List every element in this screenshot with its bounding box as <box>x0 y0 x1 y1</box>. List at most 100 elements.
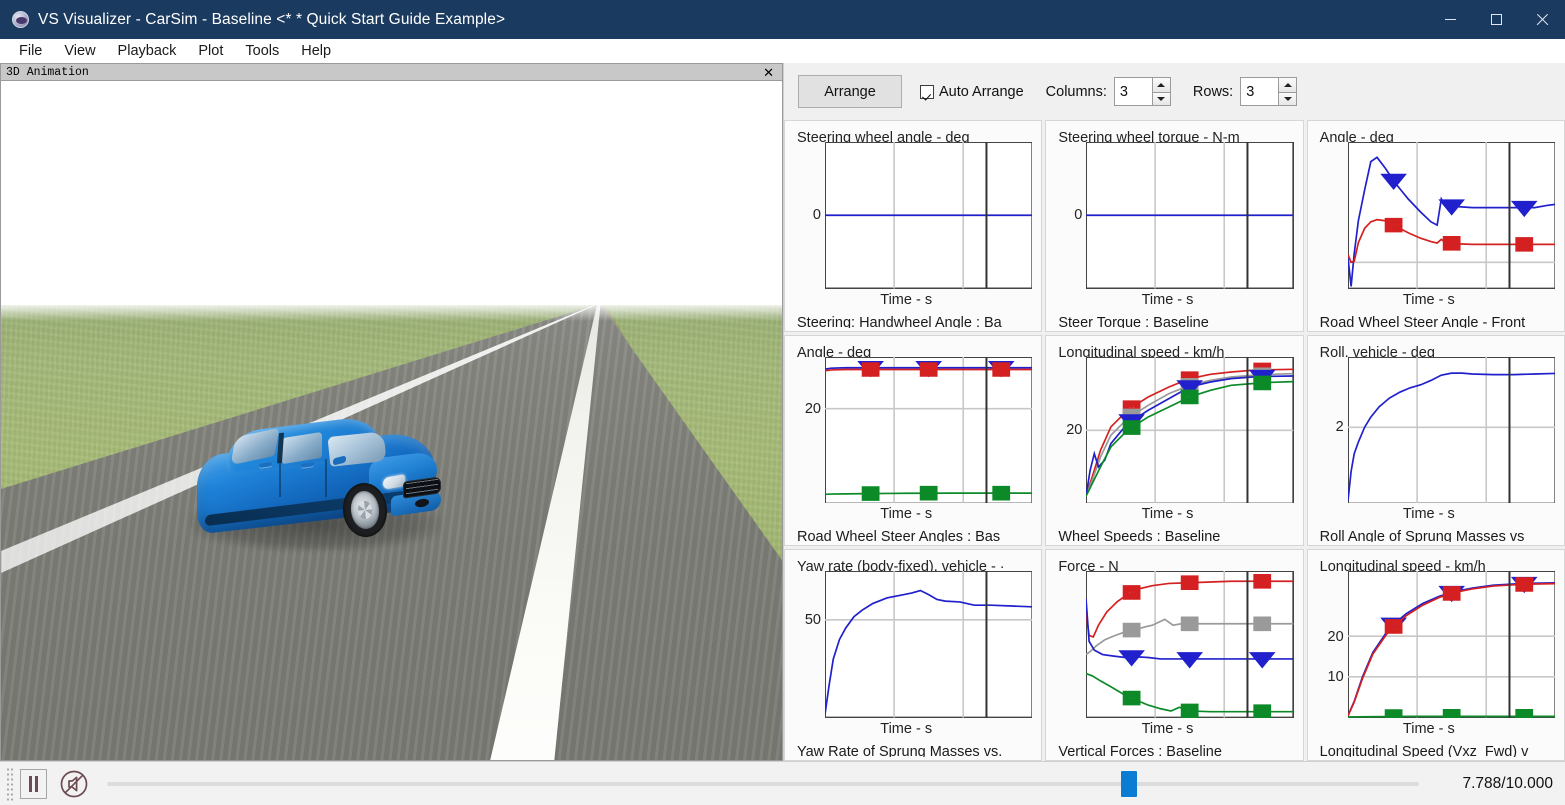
y-axis-label: Roll, vehicle - deg <box>1319 344 1435 357</box>
app-icon <box>12 11 29 28</box>
minimize-icon <box>1444 19 1456 20</box>
plot-cell-yaw-rate-sprung-masses[interactable]: Yaw rate (body-fixed), vehicle - · 50 Ti… <box>784 549 1043 761</box>
animation-viewport[interactable] <box>0 80 783 761</box>
maximize-button[interactable] <box>1473 0 1519 39</box>
plot-cell-road-wheel-steer-angles[interactable]: Angle - deg 20 Time - s Road Wheel Steer… <box>784 334 1043 547</box>
menu-tools[interactable]: Tools <box>234 41 290 61</box>
time-slider[interactable] <box>107 770 1419 797</box>
close-icon <box>1536 13 1549 26</box>
plot-area: 0 <box>1046 142 1302 289</box>
rows-input[interactable] <box>1240 77 1279 106</box>
plot-area: 2 <box>1308 356 1564 504</box>
plot-canvas[interactable] <box>1086 356 1294 504</box>
menu-view[interactable]: View <box>53 41 106 61</box>
rows-decrement-button[interactable] <box>1278 91 1298 106</box>
columns-decrement-button[interactable] <box>1151 91 1171 106</box>
y-axis-label: Angle - deg <box>797 344 872 357</box>
animation-panel-caption: 3D Animation ✕ <box>0 63 783 80</box>
plot-caption: Roll Angle of Sprung Masses vs <box>1319 529 1525 543</box>
plot-caption: Wheel Speeds : Baseline <box>1058 529 1221 543</box>
plot-canvas[interactable] <box>1347 356 1555 504</box>
plot-canvas[interactable] <box>825 142 1033 289</box>
columns-increment-button[interactable] <box>1151 77 1171 92</box>
auto-arrange-checkbox[interactable]: Auto Arrange <box>920 84 1024 100</box>
chevron-up-icon <box>1157 82 1166 87</box>
plot-canvas[interactable] <box>1347 142 1555 289</box>
mute-button[interactable] <box>57 767 91 801</box>
window-title: VS Visualizer - CarSim - Baseline <* * Q… <box>38 10 506 28</box>
x-axis-label: Time - s <box>880 291 933 308</box>
y-tick-label: 2 <box>1335 419 1344 436</box>
plot-area: 20 <box>1046 356 1302 504</box>
x-axis-label: Time - s <box>880 506 933 523</box>
plot-grid: Steering wheel angle - deg 0 Time - s St… <box>784 120 1565 761</box>
plot-cell-road-wheel-steer-angle-front[interactable]: Angle - deg Time - s Road Wheel Steer An… <box>1306 120 1565 332</box>
vs-visualizer-window: VS Visualizer - CarSim - Baseline <* * Q… <box>0 0 1565 805</box>
y-axis-label: Force - N <box>1058 559 1119 572</box>
plot-canvas[interactable] <box>1086 142 1294 289</box>
vehicle-model <box>183 414 448 551</box>
plot-cell-steering-wheel-torque[interactable]: Steering wheel torque - N-m 0 Time - s S… <box>1045 120 1304 332</box>
drag-grip[interactable] <box>6 766 14 801</box>
plot-caption: Steering: Handwheel Angle : Ba <box>797 314 1002 328</box>
maximize-icon <box>1490 14 1502 25</box>
menubar: File View Playback Plot Tools Help <box>0 39 1565 63</box>
y-tick-label: 50 <box>804 612 821 629</box>
plot-caption: Vertical Forces : Baseline <box>1058 744 1222 757</box>
plot-canvas[interactable] <box>825 571 1033 719</box>
animation-panel-title: 3D Animation <box>6 65 89 79</box>
minimize-button[interactable] <box>1427 0 1473 39</box>
menu-playback[interactable]: Playback <box>107 41 188 61</box>
plot-area: 50 <box>785 571 1041 719</box>
close-button[interactable] <box>1519 0 1565 39</box>
plot-cell-longitudinal-speed-vxz-fwd[interactable]: Longitudinal speed - km/h 20 10 Time - s … <box>1306 549 1565 761</box>
plot-canvas[interactable] <box>1086 571 1294 719</box>
x-axis-label: Time - s <box>1141 291 1194 308</box>
playback-bar: 7.788/10.000 <box>0 761 1565 805</box>
pause-icon-bar-1 <box>29 775 32 792</box>
door-seam-front <box>325 458 327 498</box>
y-tick-label: 20 <box>1066 422 1083 439</box>
y-axis-label: Longitudinal speed - km/h <box>1058 344 1225 357</box>
plot-cell-wheel-speeds[interactable]: Longitudinal speed - km/h 20 Time - s Wh… <box>1045 334 1304 547</box>
rows-stepper[interactable] <box>1240 77 1298 106</box>
y-axis-ticks: 20 <box>1046 357 1086 504</box>
plot-canvas[interactable] <box>825 356 1033 504</box>
plot-cell-steering-wheel-angle[interactable]: Steering wheel angle - deg 0 Time - s St… <box>784 120 1043 332</box>
plot-cell-roll-angle-sprung-masses[interactable]: Roll, vehicle - deg 2 Time - s Roll Angl… <box>1306 334 1565 547</box>
mute-icon <box>60 770 88 797</box>
menu-help[interactable]: Help <box>290 41 342 61</box>
y-tick-label: 0 <box>812 207 821 224</box>
y-axis-label: Steering wheel angle - deg <box>797 130 970 143</box>
columns-stepper[interactable] <box>1113 77 1171 106</box>
plot-area: 0 <box>785 142 1041 289</box>
plot-area <box>1308 142 1564 289</box>
menu-file[interactable]: File <box>8 41 53 61</box>
y-tick-label: 20 <box>804 400 821 417</box>
columns-input[interactable] <box>1113 77 1152 106</box>
y-axis-ticks <box>1308 142 1348 289</box>
menu-plot[interactable]: Plot <box>187 41 234 61</box>
wheel-front-left <box>340 480 390 540</box>
rows-label: Rows: <box>1192 83 1234 100</box>
plot-canvas[interactable] <box>1347 571 1555 719</box>
arrange-button[interactable]: Arrange <box>798 75 902 108</box>
plot-dock: Arrange Auto Arrange Columns: Rows: <box>783 63 1565 761</box>
animation-dock: 3D Animation ✕ <box>0 63 783 761</box>
horizon-haze <box>1 305 782 321</box>
chevron-down-icon <box>1157 96 1166 101</box>
pause-button[interactable] <box>20 768 47 799</box>
x-axis-label: Time - s <box>1141 506 1194 523</box>
plot-cell-vertical-forces[interactable]: Force - N Time - s Vertical Forces : Bas… <box>1045 549 1304 761</box>
y-tick-label: 20 <box>1327 628 1344 645</box>
main-body: 3D Animation ✕ Arrange Auto Arrange Colu… <box>0 63 1565 761</box>
x-axis-label: Time - s <box>1141 721 1194 738</box>
x-axis-label: Time - s <box>1402 721 1455 738</box>
animation-panel-close-icon[interactable]: ✕ <box>763 66 774 79</box>
time-slider-thumb[interactable] <box>1120 770 1137 797</box>
pause-icon-bar-2 <box>35 775 38 792</box>
rows-increment-button[interactable] <box>1278 77 1298 92</box>
y-axis-ticks: 20 <box>785 357 825 504</box>
y-axis-ticks: 0 <box>1046 142 1086 289</box>
columns-label: Columns: <box>1045 83 1107 100</box>
